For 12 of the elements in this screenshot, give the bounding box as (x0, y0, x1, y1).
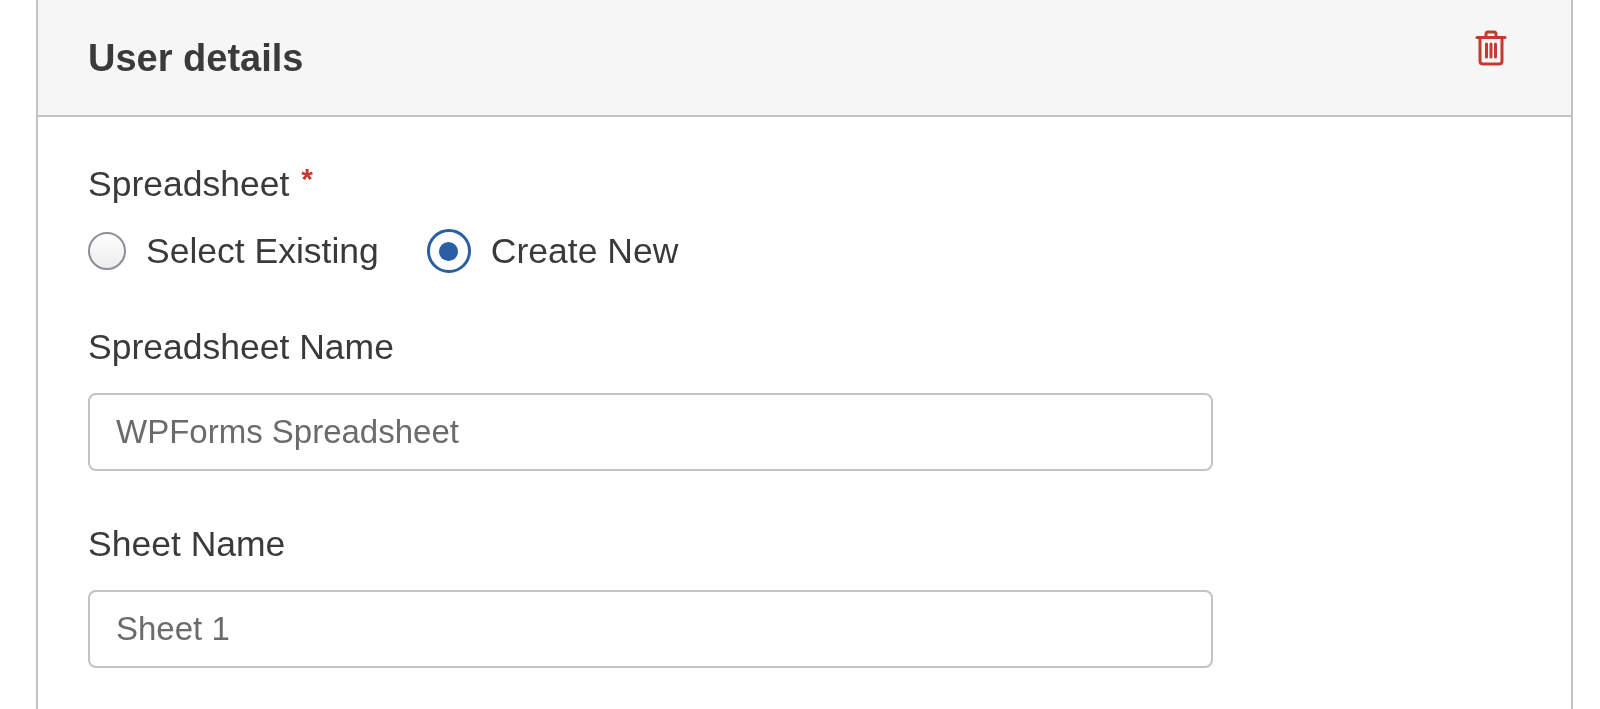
radio-button[interactable] (426, 229, 471, 273)
radio-button[interactable] (88, 232, 126, 270)
trash-icon[interactable] (1475, 30, 1507, 66)
field-label: Spreadsheet Name (88, 326, 394, 369)
text-field[interactable]: Sheet 1 (88, 590, 1213, 668)
required-mark: * (301, 164, 313, 194)
radio-label[interactable]: Select Existing (146, 229, 379, 273)
text-field[interactable]: WPForms Spreadsheet (88, 393, 1213, 471)
field-label: Spreadsheet (88, 163, 290, 206)
radio-label[interactable]: Create New (490, 229, 679, 273)
panel-title: User details (88, 35, 304, 80)
field-label: Sheet Name (88, 523, 286, 566)
